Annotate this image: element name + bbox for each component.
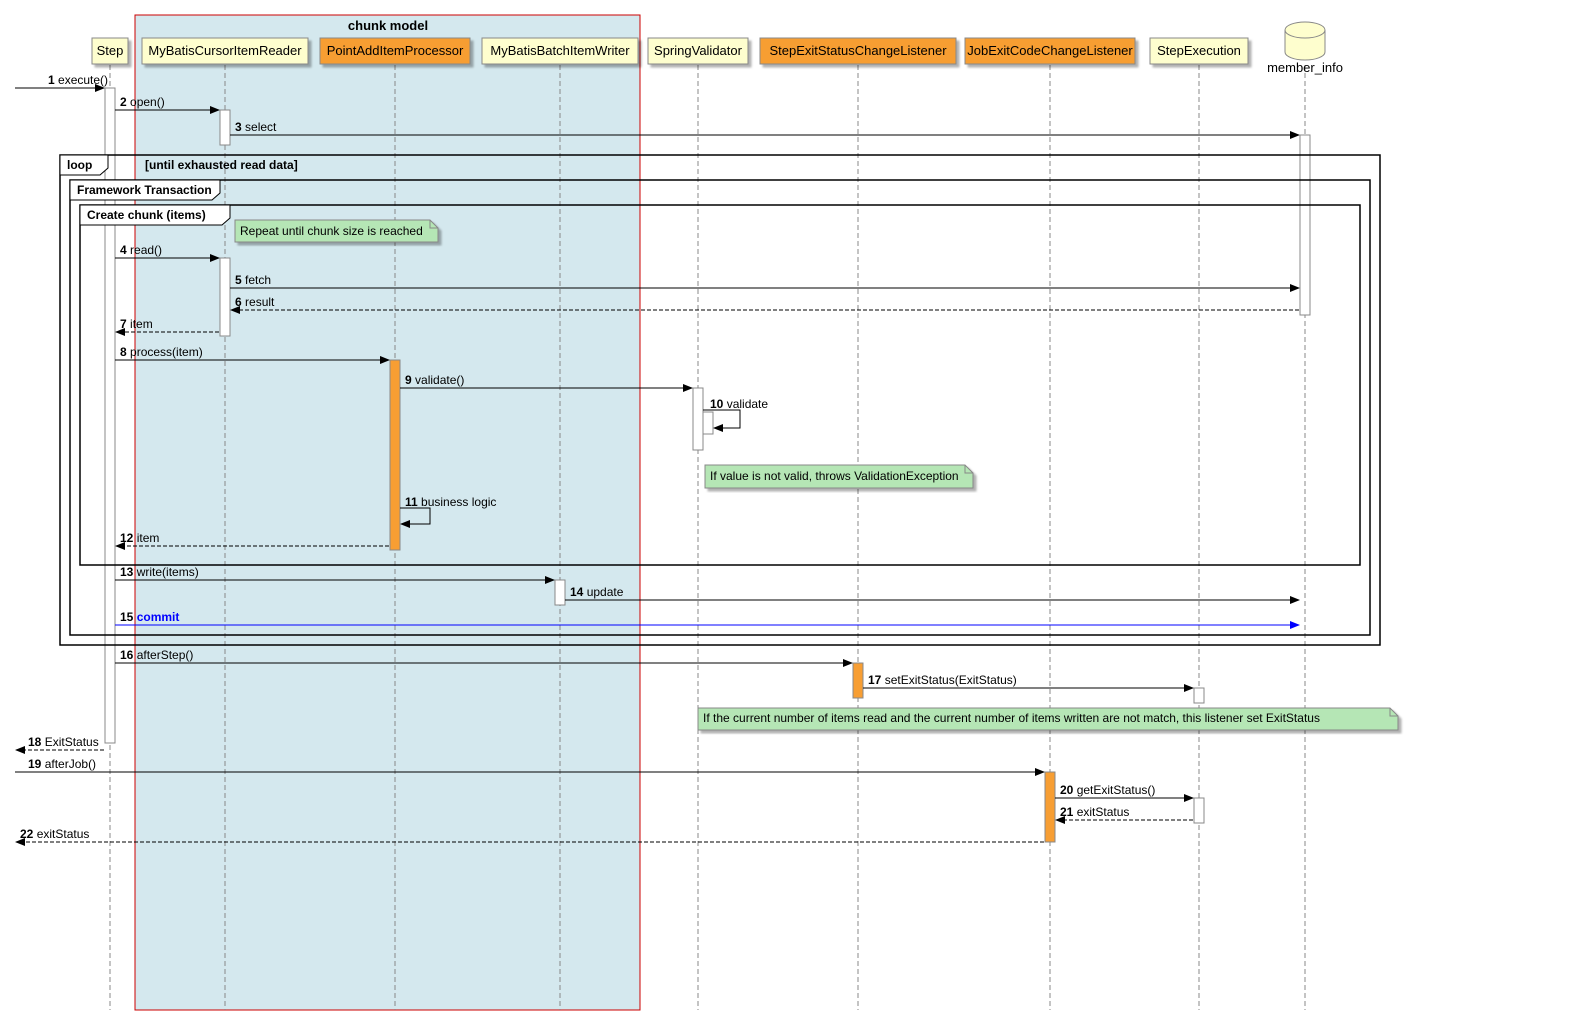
msg-13-text: 13 write(items) bbox=[120, 565, 199, 579]
activation-reader-read bbox=[220, 258, 230, 336]
note-listener: If the current number of items read and … bbox=[698, 708, 1398, 730]
chunk-model-title: chunk model bbox=[348, 18, 428, 33]
msg-14-text: 14 update bbox=[570, 585, 624, 599]
msg-1-text: 1 execute() bbox=[48, 73, 108, 87]
note-repeat: Repeat until chunk size is reached bbox=[235, 220, 438, 242]
svg-text:MyBatisBatchItemWriter: MyBatisBatchItemWriter bbox=[490, 43, 630, 58]
msg-22-text: 22 exitStatus bbox=[20, 827, 89, 841]
svg-text:If value is not valid, throws: If value is not valid, throws Validation… bbox=[710, 469, 959, 483]
msg-17-text: 17 setExitStatus(ExitStatus) bbox=[868, 673, 1017, 687]
participant-steplistener: StepExitStatusChangeListener bbox=[760, 38, 956, 64]
svg-text:JobExitCodeChangeListener: JobExitCodeChangeListener bbox=[967, 43, 1133, 58]
activation-reader-open bbox=[220, 110, 230, 145]
msg-8-text: 8 process(item) bbox=[120, 345, 203, 359]
frame-loop-guard: [until exhausted read data] bbox=[145, 158, 298, 172]
activation-validator bbox=[693, 388, 703, 450]
svg-text:Repeat until chunk size is rea: Repeat until chunk size is reached bbox=[240, 224, 423, 238]
frame-chunk-label: Create chunk (items) bbox=[87, 208, 206, 222]
frame-transaction-label: Framework Transaction bbox=[77, 183, 212, 197]
msg-5-text: 5 fetch bbox=[235, 273, 271, 287]
msg-7-text: 7 item bbox=[120, 317, 153, 331]
msg-18-text: 18 ExitStatus bbox=[28, 735, 99, 749]
participant-processor: PointAddItemProcessor bbox=[320, 38, 470, 64]
participant-step: Step bbox=[92, 38, 128, 64]
msg-6-text: 6 result bbox=[235, 295, 275, 309]
msg-20-text: 20 getExitStatus() bbox=[1060, 783, 1155, 797]
svg-text:SpringValidator: SpringValidator bbox=[654, 43, 743, 58]
participant-validator: SpringValidator bbox=[648, 38, 748, 64]
svg-text:StepExecution: StepExecution bbox=[1157, 43, 1241, 58]
participant-reader: MyBatisCursorItemReader bbox=[142, 38, 308, 64]
participant-writer: MyBatisBatchItemWriter bbox=[482, 38, 638, 64]
svg-text:member_info: member_info bbox=[1267, 60, 1343, 75]
msg-19-text: 19 afterJob() bbox=[28, 757, 96, 771]
activation-writer bbox=[555, 580, 565, 605]
msg-21-text: 21 exitStatus bbox=[1060, 805, 1129, 819]
activation-steplistener bbox=[853, 663, 863, 698]
msg-15-text: 15 commit bbox=[120, 610, 179, 624]
participant-db: member_info bbox=[1267, 22, 1343, 75]
msg-9-text: 9 validate() bbox=[405, 373, 464, 387]
svg-text:PointAddItemProcessor: PointAddItemProcessor bbox=[327, 43, 464, 58]
msg-3-text: 3 select bbox=[235, 120, 277, 134]
msg-12-text: 12 item bbox=[120, 531, 159, 545]
activation-db bbox=[1300, 135, 1310, 315]
activation-validator-self bbox=[703, 412, 713, 434]
activation-stepexec-2 bbox=[1194, 798, 1204, 823]
activation-joblistener bbox=[1045, 772, 1055, 842]
activation-processor bbox=[390, 360, 400, 550]
activation-stepexec-1 bbox=[1194, 688, 1204, 703]
svg-text:StepExitStatusChangeListener: StepExitStatusChangeListener bbox=[769, 43, 947, 58]
msg-10-text: 10 validate bbox=[710, 397, 768, 411]
participant-stepexec: StepExecution bbox=[1150, 38, 1248, 64]
msg-2-text: 2 open() bbox=[120, 95, 165, 109]
svg-text:If the current number of items: If the current number of items read and … bbox=[703, 711, 1320, 725]
msg-11-text: 11 business logic bbox=[405, 495, 496, 509]
svg-text:MyBatisCursorItemReader: MyBatisCursorItemReader bbox=[148, 43, 302, 58]
msg-4-text: 4 read() bbox=[120, 243, 162, 257]
msg-16-text: 16 afterStep() bbox=[120, 648, 193, 662]
sequence-diagram: chunk model Step MyBatisCursorItemReader… bbox=[10, 10, 1589, 1014]
note-validation: If value is not valid, throws Validation… bbox=[705, 465, 973, 488]
participant-joblistener: JobExitCodeChangeListener bbox=[965, 38, 1135, 64]
svg-text:Step: Step bbox=[97, 43, 124, 58]
frame-loop-label: loop bbox=[67, 158, 92, 172]
